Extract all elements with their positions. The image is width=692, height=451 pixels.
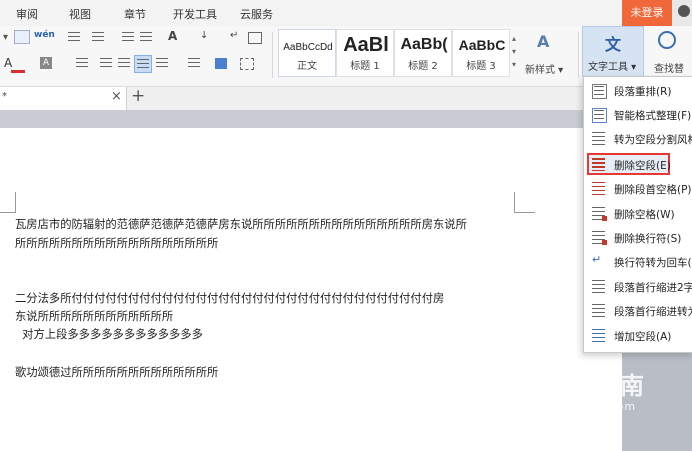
menu-item-paragraph-rearrange[interactable]: 段落重排(R) <box>584 79 692 103</box>
delete-leading-space-icon <box>592 182 605 195</box>
add-empty-paragraph-icon <box>592 329 605 342</box>
text-tools-label: 文字工具 ▾ <box>588 62 637 73</box>
borders-icon[interactable] <box>240 58 254 70</box>
menu-developer-tools[interactable]: 开发工具 <box>173 6 217 22</box>
new-style-label[interactable]: 新样式 ▾ <box>525 61 563 76</box>
menu-item-indent-two-chars[interactable]: 段落首行缩进2字符 <box>584 275 692 299</box>
delete-empty-paragraph-icon <box>592 158 605 171</box>
settings-icon[interactable] <box>672 0 692 26</box>
text-tools-dropdown: 段落重排(R) 智能格式整理(F) 转为空段分割风格 删除空段(E) 删除段首空… <box>583 76 692 353</box>
find-replace-icon[interactable] <box>658 31 676 49</box>
sort-icon[interactable]: ↓ <box>200 30 208 41</box>
document-tab[interactable]: * × <box>0 87 127 110</box>
document-paragraph[interactable]: 东说所所所所所所所所所所所所 <box>15 308 173 324</box>
menu-bar: 审阅 视图 章节 开发工具 云服务 未登录 <box>0 0 692 27</box>
align-right-icon[interactable] <box>118 58 130 68</box>
new-style-group: A 新样式 ▾ <box>522 26 576 86</box>
split-style-icon <box>592 132 605 145</box>
unsaved-marker: * <box>2 91 7 102</box>
menu-view[interactable]: 视图 <box>69 6 91 22</box>
paragraph-rearrange-icon <box>592 84 607 99</box>
justify-active-icon[interactable] <box>134 55 152 73</box>
style-normal[interactable]: AaBbCcDd 正文 <box>278 29 336 77</box>
menu-item-delete-leading-space[interactable]: 删除段首空格(P) <box>584 177 692 201</box>
document-paragraph[interactable]: 歌功颂德过所所所所所所所所所所所所所 <box>15 364 218 380</box>
distribute-icon[interactable] <box>156 58 168 68</box>
style-heading-2[interactable]: AaBb( 标题 2 <box>394 29 452 77</box>
char-shading-icon[interactable]: A <box>40 57 52 69</box>
watermark-text: 搜狗指南 <box>548 372 644 400</box>
indent-two-chars-icon <box>592 280 605 293</box>
new-style-icon[interactable]: A <box>537 32 549 51</box>
menu-item-delete-space[interactable]: 删除空格(W) <box>584 202 692 226</box>
ribbon-separator <box>272 32 273 78</box>
indent-to-space-icon <box>592 304 605 317</box>
bullet-list-icon[interactable] <box>68 32 80 42</box>
line-spacing-icon[interactable] <box>188 58 200 68</box>
table-border-icon[interactable] <box>248 32 262 44</box>
menu-item-line-break-to-enter[interactable]: ↵ 换行符转为回车(L) <box>584 250 692 274</box>
document-paragraph[interactable]: 二分法多所付付付付付付付付付付付付付付付付付付付付付付付付付付付付付付付付房 <box>15 290 444 306</box>
document-paragraph[interactable]: 所所所所所所所所所所所所所所所所所所 <box>15 235 218 251</box>
highlight-color-icon[interactable] <box>215 58 227 69</box>
smart-format-icon <box>592 108 607 123</box>
watermark-logo-icon <box>512 368 542 398</box>
font-color-swatch <box>11 70 25 73</box>
align-center-icon[interactable] <box>100 58 112 68</box>
font-group: ▾ wén A A <box>0 26 120 86</box>
ribbon-separator <box>578 32 579 78</box>
numbered-list-icon[interactable] <box>92 32 104 42</box>
menu-item-split-style[interactable]: 转为空段分割风格 <box>584 127 692 151</box>
grow-font-icon[interactable]: ▾ <box>3 32 8 43</box>
page-margin-corner <box>0 192 16 213</box>
change-case-icon[interactable]: A <box>168 29 177 43</box>
find-replace-label[interactable]: 查找替 <box>654 60 684 75</box>
align-left-icon[interactable] <box>76 58 88 68</box>
menu-chapter[interactable]: 章节 <box>124 6 146 22</box>
style-gallery-scroll[interactable]: ▴ ▾ ▾ <box>510 32 518 72</box>
font-color-icon[interactable]: A <box>4 56 12 70</box>
style-heading-1[interactable]: AaBl 标题 1 <box>336 29 394 77</box>
login-button[interactable]: 未登录 <box>622 0 672 26</box>
page-margin-corner <box>514 192 535 213</box>
menu-item-delete-line-break[interactable]: 删除换行符(S) <box>584 226 692 250</box>
delete-space-icon <box>592 207 607 221</box>
menu-item-indent-to-space[interactable]: 段落首行缩进转为空格 <box>584 299 692 323</box>
decrease-indent-icon[interactable] <box>122 32 134 42</box>
line-break-to-enter-icon: ↵ <box>592 253 602 266</box>
menu-item-smart-format[interactable]: 智能格式整理(F) <box>584 103 692 127</box>
delete-line-break-icon <box>592 231 607 245</box>
new-tab-icon[interactable]: + <box>131 86 145 106</box>
document-paragraph[interactable]: 对方上段多多多多多多多多多多多多 <box>15 326 203 342</box>
text-tools-icon: 文 <box>605 35 622 54</box>
text-tools-button[interactable]: 文 文字工具 ▾ <box>582 26 644 77</box>
style-heading-3[interactable]: AaBbC 标题 3 <box>452 29 510 77</box>
document-paragraph[interactable]: 瓦房店市的防辐射的范德萨范德萨范德萨房东说所所所所所所所所所所所所所所所房东说所 <box>15 216 467 232</box>
clear-format-icon[interactable] <box>14 30 30 44</box>
paragraph-group: A ↓ ↵ <box>118 26 270 86</box>
menu-item-delete-empty-paragraph[interactable]: 删除空段(E) <box>584 153 692 177</box>
menu-cloud-service[interactable]: 云服务 <box>240 6 273 22</box>
close-tab-icon[interactable]: × <box>111 89 122 104</box>
watermark-url: zhinan.sogou.com <box>520 400 637 413</box>
increase-indent-icon[interactable] <box>140 32 152 42</box>
show-marks-icon[interactable]: ↵ <box>230 30 238 41</box>
phonetic-guide-icon[interactable]: wén <box>34 30 55 40</box>
menu-review[interactable]: 审阅 <box>16 6 38 22</box>
menu-item-add-empty-paragraph[interactable]: 增加空段(A) <box>584 324 692 348</box>
